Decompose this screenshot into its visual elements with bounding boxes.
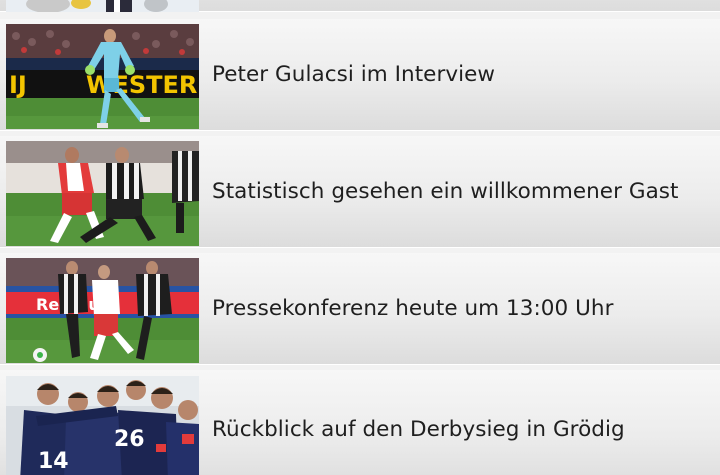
goalkeeper-photo: IJ WESTER [6,24,199,129]
news-list-item[interactable]: IJ WESTER Peter Gulacsi im Interview [0,19,720,131]
svg-text:IJ: IJ [9,71,27,99]
team-celebration-photo: 14 26 [6,376,199,475]
news-title: Statistisch gesehen ein willkommener Gas… [212,179,679,204]
news-list-item[interactable]: 14 26 Rückblick auf den Derbysieg in Grö… [0,370,720,475]
news-title: Pressekonferenz heute um 13:00 Uhr [212,296,614,321]
news-thumbnail: Red Bull [6,258,199,363]
news-list-item[interactable]: Statistisch gesehen ein willkommener Gas… [0,136,720,248]
svg-text:14: 14 [38,449,69,474]
news-list-item[interactable] [0,0,720,12]
news-title: Rückblick auf den Derbysieg in Grödig [212,417,625,442]
match-duel-photo [6,141,199,246]
news-thumbnail [6,0,199,12]
news-thumbnail: 14 26 [6,376,199,475]
svg-text:26: 26 [114,427,145,452]
news-title: Peter Gulacsi im Interview [212,62,496,87]
svg-text:WESTER: WESTER [86,71,197,99]
news-thumbnail: IJ WESTER [6,24,199,129]
news-list: IJ WESTER Peter Gulacsi im Interview Sta… [0,0,720,475]
news-thumbnail [6,141,199,246]
news-list-item[interactable]: Red Bull [0,253,720,365]
match-action-photo: Red Bull [6,258,199,363]
football-photo [6,0,199,12]
